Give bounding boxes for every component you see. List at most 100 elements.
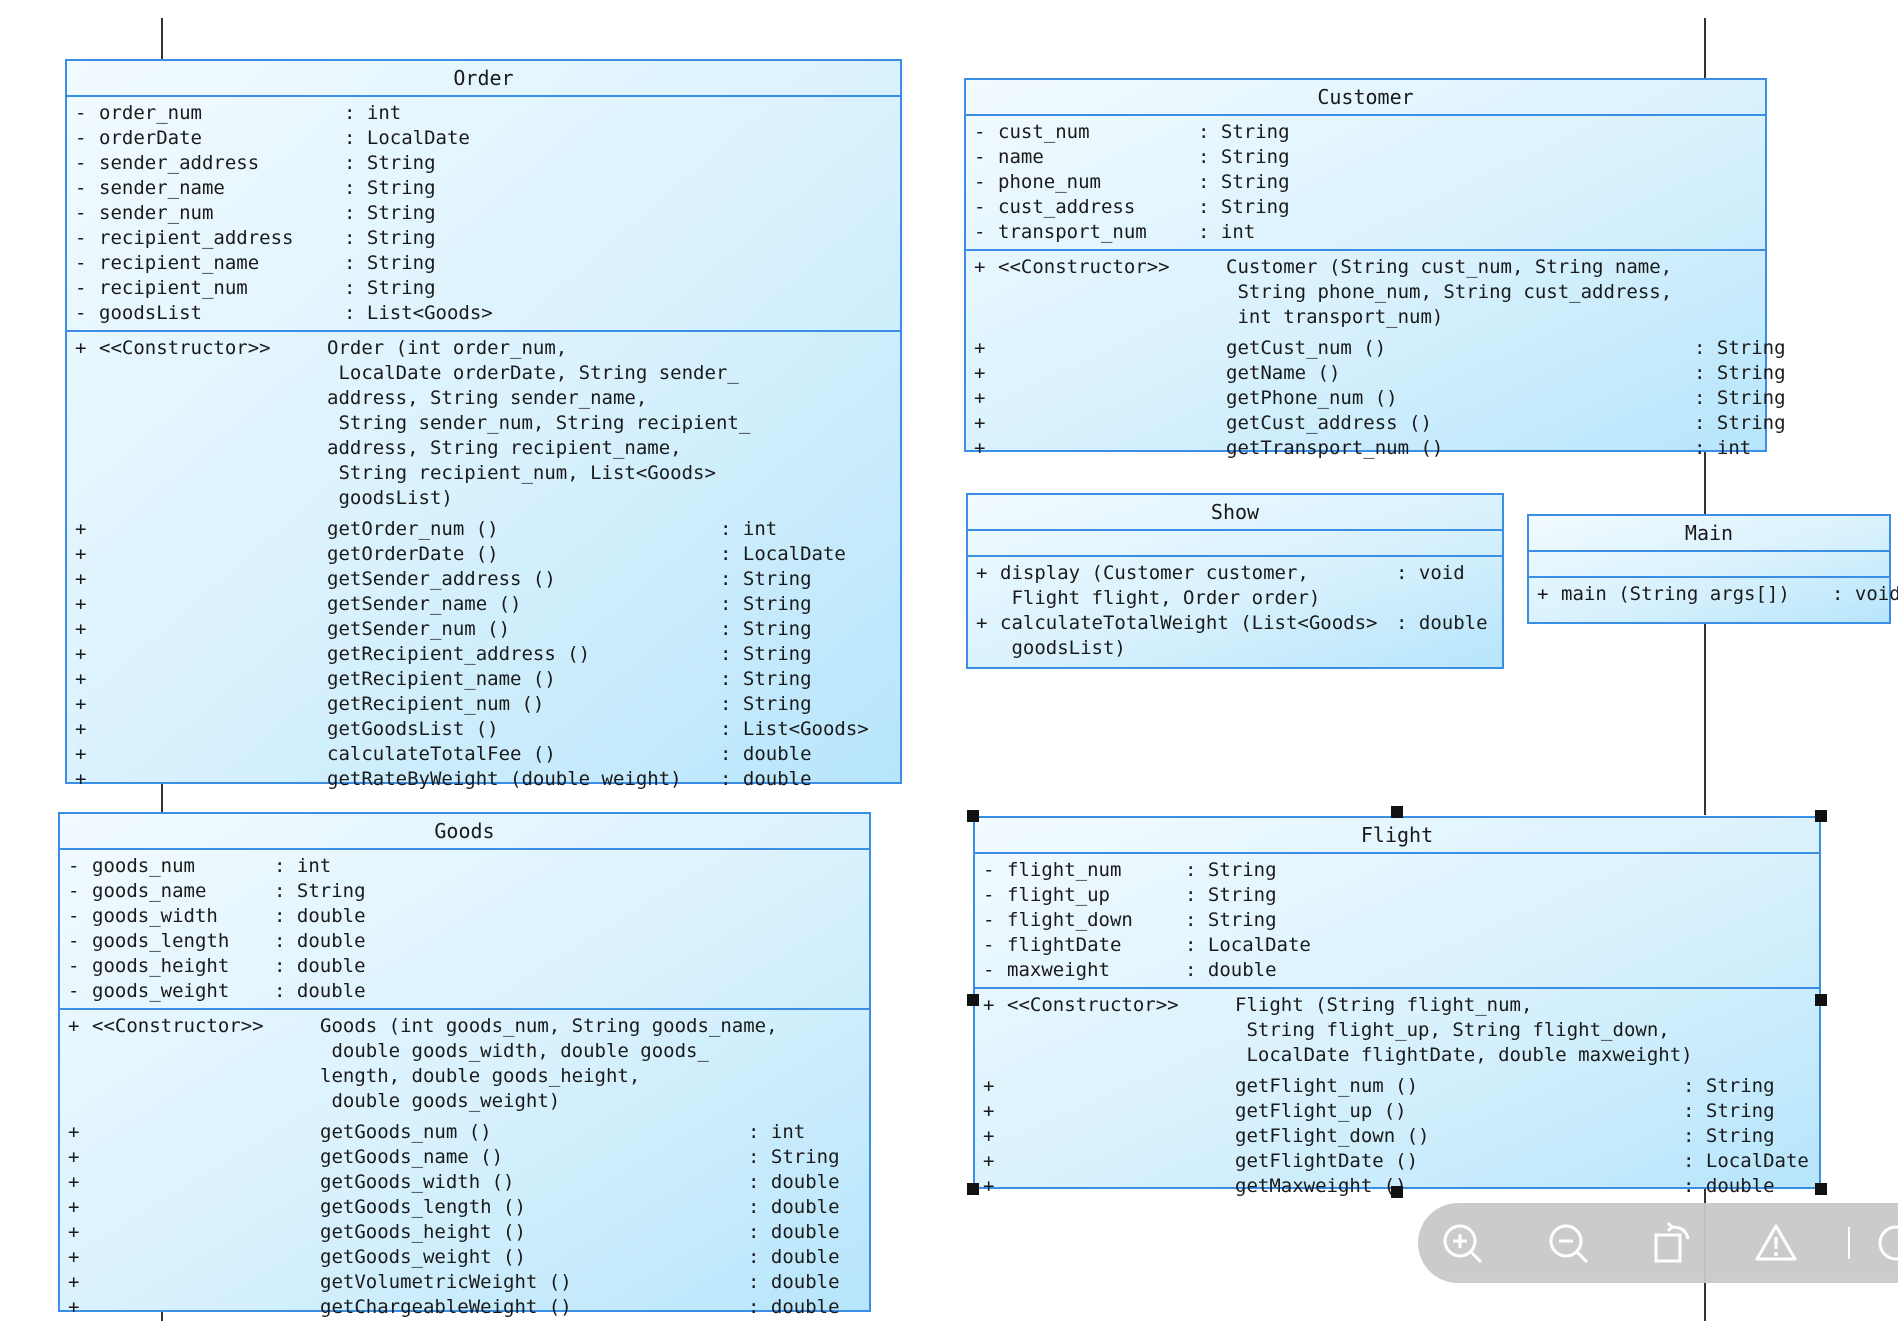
class-name: Flight: [975, 818, 1819, 854]
type-separator: :: [748, 1196, 771, 1218]
attribute-row: - flight_down: String: [983, 908, 1811, 933]
attribute-type: String: [366, 152, 436, 174]
type-separator: :: [720, 668, 743, 690]
operations-section: + <<Constructor>> Goods (int goods_num, St…: [60, 1010, 869, 1324]
visibility-marker: -: [974, 146, 986, 168]
attribute-name: phone_num: [998, 171, 1101, 193]
class-show[interactable]: Show + display (Customer customer, Flight …: [966, 493, 1504, 669]
method-return-type: : void: [1832, 582, 1898, 607]
method-row: + getFlight_down (): String: [983, 1124, 1811, 1149]
type-separator: :: [274, 930, 297, 952]
class-goods[interactable]: Goods - goods_num: int - goods_name: String -…: [58, 812, 871, 1318]
attribute-name: transport_num: [998, 221, 1147, 243]
attribute-name: goods_width: [92, 905, 218, 927]
visibility-marker: -: [974, 196, 986, 218]
method-name: calculateTotalWeight (List<Goods> goodsL…: [1000, 612, 1378, 659]
constructor-signature: Order (int order_num, LocalDate orderDat…: [327, 337, 751, 509]
operations-section: + display (Customer customer, Flight flig…: [968, 557, 1502, 665]
visibility-marker: +: [974, 362, 986, 384]
return-type-value: String: [742, 693, 812, 715]
type-separator: :: [1185, 859, 1208, 881]
visibility-marker: -: [75, 277, 87, 299]
attribute-name: recipient_name: [99, 252, 260, 274]
more-icon[interactable]: [1874, 1221, 1898, 1265]
attribute-name: orderDate: [99, 127, 202, 149]
type-separator: :: [1683, 1125, 1706, 1147]
selection-handle-tl[interactable]: [967, 810, 979, 822]
attribute-type: String: [1220, 196, 1290, 218]
attribute-name: sender_num: [99, 202, 214, 224]
rotate-icon[interactable]: [1650, 1221, 1694, 1265]
return-type-value: String: [1716, 337, 1786, 359]
visibility-marker: +: [1537, 583, 1549, 605]
type-separator: :: [274, 855, 297, 877]
method-return-type: : double: [748, 1195, 840, 1220]
return-type-value: double: [770, 1246, 840, 1268]
operations-section: + <<Constructor>> Customer (String cust_nu…: [966, 251, 1786, 465]
method-row: + getSender_num (): String: [75, 617, 892, 642]
type-separator: :: [748, 1246, 771, 1268]
method-row: + getGoods_num (): int: [68, 1120, 861, 1145]
class-main[interactable]: Main + main (String args[]): void: [1527, 514, 1898, 624]
selection-handle-mr[interactable]: [1815, 994, 1827, 1006]
method-name: calculateTotalFee (): [327, 743, 556, 765]
selection-handle-tc[interactable]: [1391, 806, 1403, 818]
type-separator: :: [1683, 1075, 1706, 1097]
attribute-type: double: [296, 905, 366, 927]
selection-handle-br[interactable]: [1815, 1183, 1827, 1195]
return-type-value: void: [1418, 562, 1465, 584]
attribute-row: - name: String: [974, 145, 1757, 170]
method-row: + getGoods_width (): double: [68, 1170, 861, 1195]
method-row: + getCust_address (): String: [974, 411, 1786, 436]
type-separator: :: [1198, 171, 1221, 193]
attribute-type: String: [1220, 171, 1290, 193]
attribute-type: String: [1207, 909, 1277, 931]
attribute-type: LocalDate: [1207, 934, 1311, 956]
method-name: getOrder_num (): [327, 518, 499, 540]
type-separator: :: [1694, 387, 1717, 409]
method-return-type: : double: [720, 742, 812, 767]
method-row: + calculateTotalWeight (List<Goods> goods…: [976, 611, 1494, 661]
selection-handle-ml[interactable]: [967, 994, 979, 1006]
class-flight[interactable]: Flight - flight_num: String - flight_up: Str…: [973, 816, 1821, 1197]
type-separator: :: [1198, 146, 1221, 168]
zoom-in-icon[interactable]: [1440, 1221, 1484, 1265]
visibility-marker: +: [976, 562, 988, 584]
attribute-row: - recipient_address: String: [75, 226, 892, 251]
type-separator: :: [720, 643, 743, 665]
method-return-type: : String: [1683, 1074, 1775, 1099]
class-customer[interactable]: Customer - cust_num: String - name: String - p…: [964, 78, 1786, 459]
attributes-section: [968, 531, 1502, 557]
type-separator: :: [1198, 121, 1221, 143]
attribute-row: - maxweight: double: [983, 958, 1811, 983]
attribute-name: flightDate: [1007, 934, 1122, 956]
return-type-value: String: [742, 618, 812, 640]
zoom-out-icon[interactable]: [1546, 1221, 1590, 1265]
attributes-section: - flight_num: String - flight_up: String - fl…: [975, 854, 1819, 989]
attribute-name: flight_num: [1007, 859, 1122, 881]
selection-handle-bc[interactable]: [1391, 1186, 1403, 1198]
type-separator: :: [344, 152, 367, 174]
attribute-name: maxweight: [1007, 959, 1110, 981]
attribute-name: flight_down: [1007, 909, 1133, 931]
method-return-type: : String: [748, 1145, 840, 1170]
attribute-row: - goods_width: double: [68, 904, 861, 929]
method-return-type: : String: [1694, 386, 1786, 411]
selection-handle-bl[interactable]: [967, 1183, 979, 1195]
method-name: getGoods_width (): [320, 1171, 515, 1193]
attribute-name: goods_weight: [92, 980, 230, 1002]
method-return-type: : double: [748, 1295, 840, 1320]
type-separator: :: [720, 543, 743, 565]
return-type-value: double: [770, 1171, 840, 1193]
type-separator: :: [1694, 362, 1717, 384]
visibility-marker: +: [75, 693, 87, 715]
method-return-type: : String: [720, 567, 812, 592]
warning-icon[interactable]: [1754, 1221, 1798, 1265]
class-order[interactable]: Order - order_num: int - orderDate: LocalDat…: [65, 59, 902, 790]
type-separator: :: [344, 277, 367, 299]
return-type-value: LocalDate: [742, 543, 846, 565]
selection-handle-tr[interactable]: [1815, 810, 1827, 822]
method-row: + getName (): String: [974, 361, 1786, 386]
attribute-row: - goods_height: double: [68, 954, 861, 979]
method-return-type: : double: [720, 767, 812, 792]
